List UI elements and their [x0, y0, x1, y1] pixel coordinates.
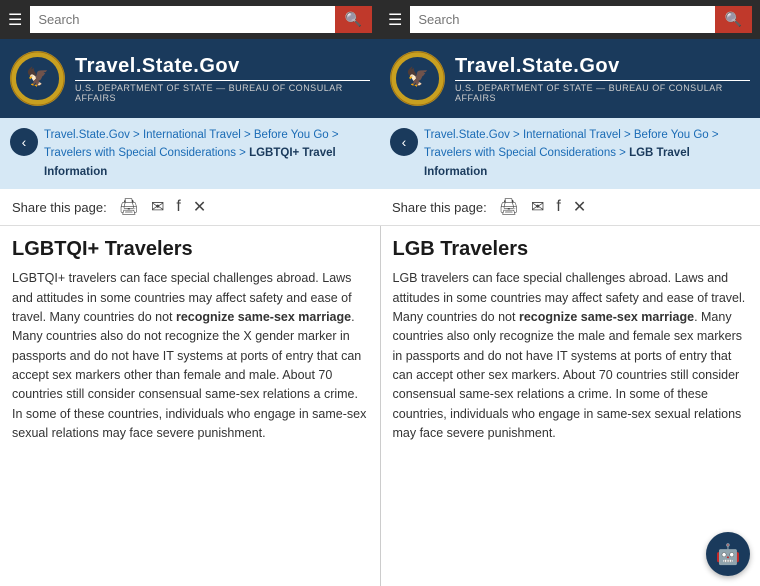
left-print-icon[interactable]: 🖨 [119, 197, 139, 217]
left-header-title: Travel.State.Gov [75, 55, 370, 78]
left-breadcrumb-special[interactable]: Travelers with Special Considerations [44, 147, 236, 159]
right-search-input[interactable] [410, 6, 714, 33]
right-share-label: Share this page: [392, 200, 487, 215]
left-breadcrumb-before[interactable]: Before You Go [254, 129, 329, 141]
left-breadcrumb-home[interactable]: Travel.State.Gov [44, 129, 130, 141]
left-share-label: Share this page: [12, 200, 107, 215]
left-header-subtitle: U.S. DEPARTMENT of STATE — BUREAU of CON… [75, 83, 370, 103]
right-breadcrumb: Travel.State.Gov > International Travel … [424, 126, 750, 181]
right-share-row: Share this page: 🖨 ✉ f ✕ [380, 189, 760, 226]
left-header-text: Travel.State.Gov U.S. DEPARTMENT of STAT… [75, 55, 370, 103]
left-header: 🦅 Travel.State.Gov U.S. DEPARTMENT of ST… [0, 39, 380, 118]
right-facebook-icon[interactable]: f [556, 198, 560, 216]
left-search-input[interactable] [30, 6, 334, 33]
right-twitter-icon[interactable]: ✕ [573, 197, 586, 217]
right-breadcrumb-before[interactable]: Before You Go [634, 129, 709, 141]
left-search-bar: 🔍 [30, 6, 372, 33]
right-body-after: . Many countries also only recognize the… [393, 310, 742, 440]
svg-text:🦅: 🦅 [406, 65, 429, 88]
right-hamburger-icon[interactable]: ☰ [388, 10, 402, 30]
right-header-subtitle: U.S. DEPARTMENT of STATE — BUREAU of CON… [455, 83, 750, 103]
left-email-icon[interactable]: ✉ [151, 197, 164, 217]
chatbot-icon: 🤖 [716, 542, 741, 567]
right-print-icon[interactable]: 🖨 [499, 197, 519, 217]
left-content-body: LGBTQI+ travelers can face special chall… [12, 269, 368, 443]
left-hamburger-icon[interactable]: ☰ [8, 10, 22, 30]
right-breadcrumb-intl[interactable]: International Travel [523, 129, 621, 141]
left-content-panel: LGBTQI+ Travelers LGBTQI+ travelers can … [0, 226, 380, 586]
right-breadcrumb-panel: ‹ Travel.State.Gov > International Trave… [380, 118, 760, 189]
right-header-title: Travel.State.Gov [455, 55, 750, 78]
right-seal: 🦅 [390, 51, 445, 106]
right-header: 🦅 Travel.State.Gov U.S. DEPARTMENT of ST… [380, 39, 760, 118]
right-header-text: Travel.State.Gov U.S. DEPARTMENT of STAT… [455, 55, 750, 103]
right-breadcrumb-home[interactable]: Travel.State.Gov [424, 129, 510, 141]
right-top-bar: ☰ 🔍 [380, 0, 760, 39]
left-body-after: . Many countries also do not recognize t… [12, 310, 366, 440]
left-facebook-icon[interactable]: f [176, 198, 180, 216]
left-back-button[interactable]: ‹ [10, 128, 38, 156]
right-content-panel: LGB Travelers LGB travelers can face spe… [381, 226, 760, 586]
left-top-bar: ☰ 🔍 [0, 0, 380, 39]
chatbot-button[interactable]: 🤖 [706, 532, 750, 576]
left-share-row: Share this page: 🖨 ✉ f ✕ [0, 189, 380, 226]
left-twitter-icon[interactable]: ✕ [193, 197, 206, 217]
left-breadcrumb-panel: ‹ Travel.State.Gov > International Trave… [0, 118, 380, 189]
svg-text:🦅: 🦅 [26, 65, 49, 88]
right-back-button[interactable]: ‹ [390, 128, 418, 156]
left-search-button[interactable]: 🔍 [335, 6, 372, 33]
right-content-body: LGB travelers can face special challenge… [393, 269, 749, 443]
left-breadcrumb: Travel.State.Gov > International Travel … [44, 126, 370, 181]
right-search-bar: 🔍 [410, 6, 752, 33]
right-body-bold: recognize same-sex marriage [519, 310, 694, 324]
left-content-title: LGBTQI+ Travelers [12, 238, 368, 261]
left-body-bold: recognize same-sex marriage [176, 310, 351, 324]
right-breadcrumb-special[interactable]: Travelers with Special Considerations [424, 147, 616, 159]
right-search-button[interactable]: 🔍 [715, 6, 752, 33]
right-content-title: LGB Travelers [393, 238, 749, 261]
left-breadcrumb-intl[interactable]: International Travel [143, 129, 241, 141]
right-email-icon[interactable]: ✉ [531, 197, 544, 217]
left-seal: 🦅 [10, 51, 65, 106]
